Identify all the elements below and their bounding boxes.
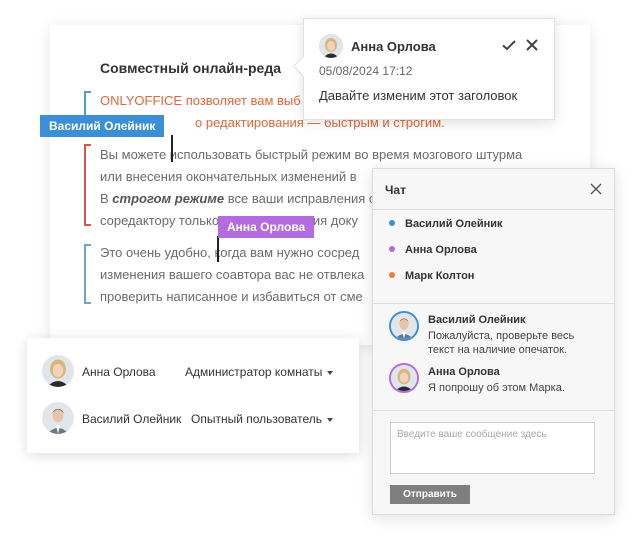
paragraph-convenience: Это очень удобно, когда вам нужно сосред… (100, 242, 364, 308)
close-icon[interactable] (524, 37, 540, 53)
caret-down-icon (327, 370, 334, 375)
text-line: Вы можете использовать быстрый режим во … (100, 147, 523, 162)
text-line: проверить написанное и избавиться от сме (100, 289, 363, 304)
caret-down-icon (327, 417, 333, 422)
role-label: Опытный пользователь (191, 412, 322, 426)
text-line: Это очень удобно, когда вам нужно сосред (100, 245, 360, 260)
close-icon[interactable] (589, 182, 603, 196)
comment-popup: Анна Орлова 05/08/2024 17:12 Давайте изм… (303, 18, 555, 120)
comment-date: 05/08/2024 17:12 (319, 64, 413, 78)
change-marker-red (84, 144, 91, 226)
status-dot (389, 246, 395, 253)
change-marker-lightblue (84, 244, 91, 304)
avatar (319, 34, 343, 58)
status-dot (389, 220, 395, 227)
avatar (389, 363, 419, 393)
message-author: Василий Олейник (428, 314, 526, 326)
access-rights-card: Анна Орлова Администратор комнаты Васили… (27, 338, 359, 453)
divider (373, 303, 614, 304)
cursor-vasily (171, 135, 173, 162)
cursor-label-vasily: Василий Олейник (40, 115, 165, 137)
chat-message-input[interactable] (390, 422, 595, 474)
check-icon[interactable] (501, 37, 517, 53)
text-line: изменения вашего соавтора вас не отвлека (100, 267, 365, 282)
strict-mode-term: строгом режиме (112, 191, 225, 206)
send-button[interactable]: Отправить (390, 485, 470, 504)
chat-panel: Чат Василий Олейник Анна Орлова Марк Кол… (372, 168, 615, 515)
avatar (42, 402, 74, 434)
message-author: Анна Орлова (428, 366, 500, 378)
status-dot (389, 272, 395, 279)
user-name: Василий Олейник (82, 412, 182, 426)
comment-text: Давайте изменим этот заголовок (319, 88, 518, 103)
divider (373, 209, 614, 210)
role-dropdown[interactable]: Опытный пользователь (191, 412, 333, 426)
role-label: Администратор комнаты (185, 365, 323, 379)
chat-member: Марк Колтон (389, 270, 474, 282)
comment-author: Анна Орлова (351, 39, 436, 54)
document-title: Совместный онлайн-реда (100, 60, 282, 76)
chat-title: Чат (385, 183, 406, 197)
chat-member: Анна Орлова (389, 244, 477, 256)
user-name: Анна Орлова (82, 365, 156, 379)
cursor-label-anna: Анна Орлова (218, 216, 315, 238)
chat-member: Василий Олейник (389, 218, 503, 230)
user-row: Анна Орлова Администратор комнаты (27, 353, 359, 393)
divider (373, 410, 614, 411)
avatar (42, 355, 74, 387)
cursor-anna (217, 236, 219, 262)
message-text: Пожалуйста, проверьте весь текст на нали… (428, 330, 575, 356)
user-row: Василий Олейник Опытный пользователь (27, 400, 359, 440)
message-text: Я попрошу об этом Марка. (428, 382, 565, 394)
avatar (389, 311, 419, 341)
role-dropdown[interactable]: Администратор комнаты (185, 365, 334, 379)
